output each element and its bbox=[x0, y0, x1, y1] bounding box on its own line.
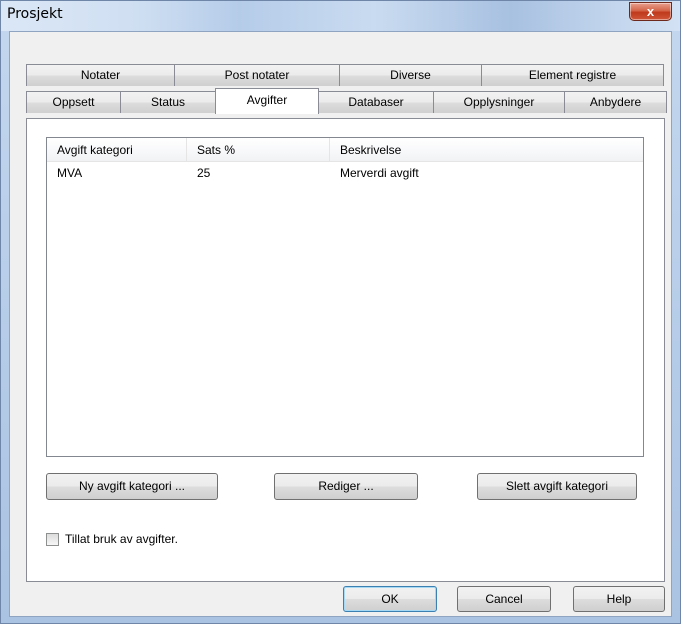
tab-label: Avgifter bbox=[246, 93, 288, 107]
tab-label: Post notater bbox=[224, 68, 290, 82]
tab-row-front: Oppsett Status Avgifter Databaser Opplys… bbox=[26, 88, 667, 114]
title-bar[interactable]: Prosjekt x bbox=[1, 1, 680, 31]
avgifter-panel: Avgift kategori Sats % Beskrivelse MVA 2… bbox=[26, 118, 665, 582]
tab-label: Opplysninger bbox=[463, 95, 535, 109]
close-button[interactable]: x bbox=[629, 2, 672, 21]
project-window: Prosjekt x Notater Post notater Diverse … bbox=[0, 0, 681, 624]
tab-label: Status bbox=[150, 95, 186, 109]
tab-databaser[interactable]: Databaser bbox=[318, 91, 434, 113]
tab-post-notater[interactable]: Post notater bbox=[174, 64, 340, 86]
tab-label: Anbydere bbox=[589, 95, 642, 109]
edit-button[interactable]: Rediger ... bbox=[274, 473, 418, 500]
column-header-description[interactable]: Beskrivelse bbox=[330, 138, 643, 162]
tab-label: Databaser bbox=[348, 95, 404, 109]
tab-status[interactable]: Status bbox=[120, 91, 216, 113]
tab-diverse[interactable]: Diverse bbox=[339, 64, 482, 86]
tab-notater[interactable]: Notater bbox=[26, 64, 175, 86]
tab-element-registre[interactable]: Element registre bbox=[481, 64, 664, 86]
list-header: Avgift kategori Sats % Beskrivelse bbox=[47, 138, 643, 162]
cell-rate: 25 bbox=[197, 166, 211, 180]
close-icon: x bbox=[646, 4, 655, 19]
ok-button[interactable]: OK bbox=[343, 586, 437, 612]
tab-oppsett[interactable]: Oppsett bbox=[26, 91, 121, 113]
list-item[interactable]: MVA 25 Merverdi avgift bbox=[47, 162, 643, 184]
tab-label: Diverse bbox=[390, 68, 431, 82]
allow-fees-label: Tillat bruk av avgifter. bbox=[65, 532, 178, 546]
window-title: Prosjekt bbox=[7, 6, 63, 22]
cell-description: Merverdi avgift bbox=[340, 166, 419, 180]
new-fee-category-button[interactable]: Ny avgift kategori ... bbox=[46, 473, 218, 500]
allow-fees-checkbox[interactable] bbox=[46, 532, 59, 546]
column-header-category[interactable]: Avgift kategori bbox=[47, 138, 187, 162]
tab-label: Element registre bbox=[528, 68, 617, 82]
fee-category-list[interactable]: Avgift kategori Sats % Beskrivelse MVA 2… bbox=[46, 137, 644, 457]
allow-fees-option[interactable]: Tillat bruk av avgifter. bbox=[46, 532, 178, 546]
tab-anbydere[interactable]: Anbydere bbox=[564, 91, 667, 113]
tab-avgifter[interactable]: Avgifter bbox=[215, 88, 319, 114]
delete-fee-category-button[interactable]: Slett avgift kategori bbox=[477, 473, 637, 500]
tab-row-back: Notater Post notater Diverse Element reg… bbox=[26, 64, 664, 86]
column-header-rate[interactable]: Sats % bbox=[187, 138, 330, 162]
help-button[interactable]: Help bbox=[573, 586, 665, 612]
cancel-button[interactable]: Cancel bbox=[457, 586, 551, 612]
dialog-client-area: Notater Post notater Diverse Element reg… bbox=[9, 31, 672, 617]
tab-label: Oppsett bbox=[52, 95, 95, 109]
cell-category: MVA bbox=[57, 166, 83, 180]
tab-label: Notater bbox=[80, 68, 121, 82]
tab-opplysninger[interactable]: Opplysninger bbox=[433, 91, 565, 113]
